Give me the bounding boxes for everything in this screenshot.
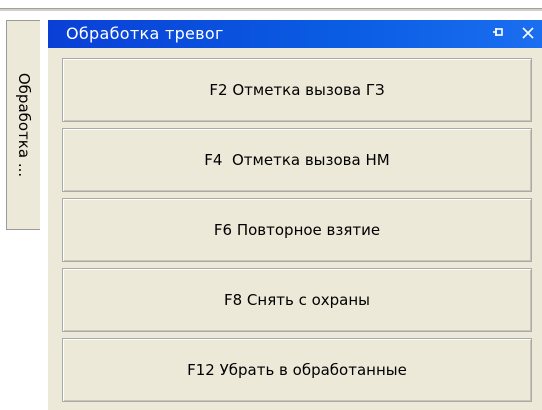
- titlebar-controls: [490, 25, 536, 41]
- mark-gz-call-button[interactable]: F2 Отметка вызова ГЗ: [62, 58, 532, 122]
- pin-icon[interactable]: [490, 25, 506, 41]
- move-to-processed-button[interactable]: F12 Убрать в обработанные: [62, 338, 532, 402]
- top-divider: [0, 8, 542, 11]
- disarm-button[interactable]: F8 Снять с охраны: [62, 268, 532, 332]
- rearm-button[interactable]: F6 Повторное взятие: [62, 198, 532, 262]
- panel-titlebar: Обработка тревог: [48, 20, 542, 48]
- side-tab-label: Обработка ...: [14, 72, 33, 178]
- window-root: Обработка ... Обработка тревог F2 Отметк…: [0, 0, 542, 410]
- action-button-list: F2 Отметка вызова ГЗ F4 Отметка вызова Н…: [62, 58, 532, 402]
- panel-title: Обработка тревог: [66, 24, 224, 43]
- close-icon[interactable]: [520, 25, 536, 41]
- mark-nm-call-button[interactable]: F4 Отметка вызова НМ: [62, 128, 532, 192]
- side-tab-alarm-processing[interactable]: Обработка ...: [6, 20, 40, 230]
- alarm-processing-panel: Обработка тревог F2 Отметка вызова ГЗ F4…: [48, 20, 542, 410]
